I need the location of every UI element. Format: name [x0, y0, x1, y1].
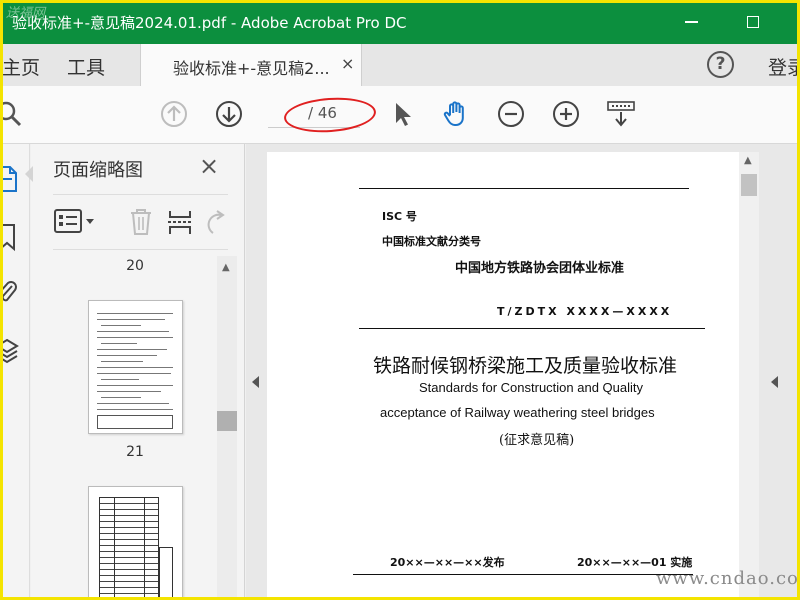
- tab-close-icon[interactable]: ×: [341, 54, 354, 73]
- next-page-icon[interactable]: [214, 99, 244, 129]
- delete-page-icon[interactable]: [128, 207, 154, 237]
- zoom-in-icon[interactable]: [551, 99, 581, 129]
- bookmark-icon[interactable]: [0, 222, 20, 252]
- rotate-page-icon[interactable]: [203, 207, 229, 237]
- layers-icon[interactable]: [0, 336, 20, 366]
- prev-page-icon[interactable]: [159, 99, 189, 129]
- zoom-out-icon[interactable]: [496, 99, 526, 129]
- maximize-button[interactable]: [738, 8, 768, 36]
- scroll-thumb[interactable]: [217, 411, 237, 431]
- thumbnail-page-number: 20: [126, 258, 144, 274]
- rule-line: [353, 574, 693, 575]
- main-toolbar: / 46: [0, 86, 800, 144]
- document-title-en-line2: acceptance of Railway weathering steel b…: [380, 405, 655, 420]
- standard-code: T/ZDTX XXXX—XXXX: [497, 305, 673, 318]
- site-watermark: www.cndao.com: [656, 568, 800, 589]
- draft-status: (征求意见稿): [499, 433, 575, 448]
- thumbnail-page-22[interactable]: [88, 486, 183, 600]
- rule-line: [359, 188, 689, 189]
- document-viewer: ISC 号 中国标准文献分类号 中国地方铁路协会团体业标准 T/ZDTX XXX…: [246, 144, 800, 600]
- panel-close-icon[interactable]: ×: [199, 152, 219, 180]
- options-menu-icon[interactable]: [53, 207, 97, 235]
- scroll-up-icon[interactable]: ▲: [222, 262, 230, 273]
- hand-tool-icon[interactable]: [441, 99, 471, 129]
- panel-title: 页面缩略图: [53, 160, 143, 181]
- tab-document[interactable]: 验收标准+-意见稿2... ×: [140, 44, 362, 86]
- help-icon[interactable]: ?: [707, 51, 734, 78]
- login-button[interactable]: 登录: [768, 53, 800, 80]
- expand-right-panel-icon[interactable]: [771, 376, 778, 388]
- rule-line: [359, 328, 705, 329]
- pdf-page: ISC 号 中国标准文献分类号 中国地方铁路协会团体业标准 T/ZDTX XXX…: [267, 152, 739, 600]
- minimize-icon: [684, 21, 698, 23]
- scroll-mode-icon[interactable]: [606, 99, 636, 129]
- tab-home[interactable]: 主页: [2, 53, 40, 80]
- search-icon[interactable]: [0, 99, 24, 129]
- classification-number: 中国标准文献分类号: [382, 235, 481, 248]
- page-thumbnails-icon[interactable]: [0, 164, 20, 194]
- scroll-up-icon[interactable]: ▲: [744, 155, 752, 166]
- tab-tools[interactable]: 工具: [67, 53, 105, 80]
- minimize-button[interactable]: [676, 8, 706, 36]
- tab-bar: 主页 工具 验收标准+-意见稿2... × ? 登录: [0, 44, 800, 86]
- panel-pointer: [25, 166, 33, 182]
- document-title-cn: 铁路耐候钢桥梁施工及质量验收标准: [373, 355, 678, 377]
- document-scrollbar[interactable]: ▲: [739, 152, 759, 600]
- window-title: 验收标准+-意见稿2024.01.pdf - Adobe Acrobat Pro…: [12, 14, 407, 32]
- maximize-icon: [747, 16, 759, 28]
- document-title-en-line1: Standards for Construction and Quality: [419, 380, 644, 395]
- extract-pages-icon[interactable]: [166, 207, 194, 237]
- thumbnail-page-number: 21: [126, 444, 144, 460]
- title-bar: 送福网 验收标准+-意见稿2024.01.pdf - Adobe Acrobat…: [0, 0, 800, 44]
- attachment-icon[interactable]: [0, 278, 20, 308]
- association-standard: 中国地方铁路协会团体业标准: [455, 261, 625, 276]
- publish-date: 20××—××—××发布: [390, 556, 505, 569]
- thumbnail-page-21[interactable]: [88, 300, 183, 434]
- tab-document-label: 验收标准+-意见稿2...: [173, 59, 330, 78]
- collapse-left-panel-icon[interactable]: [252, 376, 259, 388]
- scroll-thumb[interactable]: [741, 174, 757, 196]
- isc-number: ISC 号: [382, 210, 417, 223]
- thumbnail-options-bar: [53, 194, 228, 250]
- page-thumbnails-panel: 页面缩略图 × 20 21 ▲: [25, 144, 245, 600]
- navigation-rail: [0, 144, 30, 600]
- thumbnail-scrollbar[interactable]: ▲: [217, 256, 237, 600]
- select-cursor-icon[interactable]: [388, 99, 418, 129]
